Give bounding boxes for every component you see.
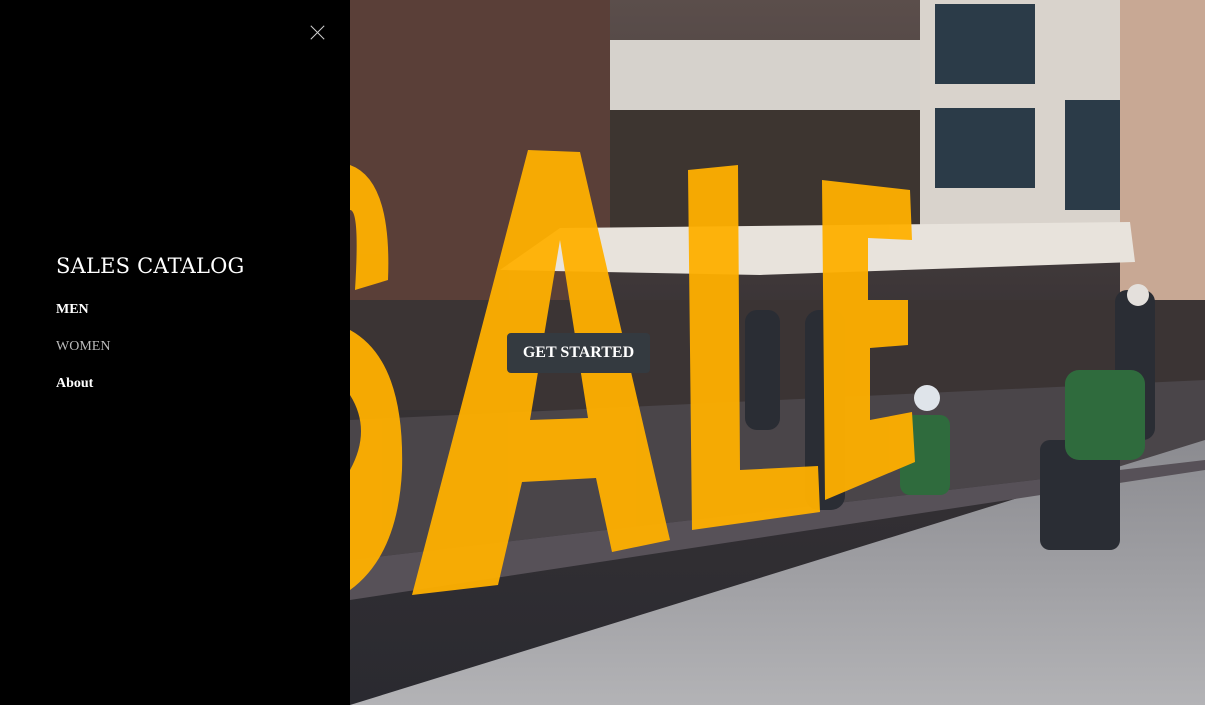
sidebar-item-men: MEN — [56, 298, 110, 335]
brand-title[interactable]: SALES CATALOG — [56, 254, 245, 278]
sidebar-item-women: WOMEN — [56, 335, 110, 372]
nav-link-men[interactable]: MEN — [56, 302, 89, 317]
sidebar-menu: SALES CATALOG MEN WOMEN About — [0, 0, 350, 705]
nav-link-about[interactable]: About — [56, 376, 93, 391]
nav-link-women[interactable]: WOMEN — [56, 339, 110, 354]
sidebar-nav: MEN WOMEN About — [56, 298, 110, 409]
close-icon[interactable] — [308, 22, 328, 42]
get-started-button[interactable]: GET STARTED — [507, 333, 650, 373]
sidebar-item-about: About — [56, 372, 110, 409]
